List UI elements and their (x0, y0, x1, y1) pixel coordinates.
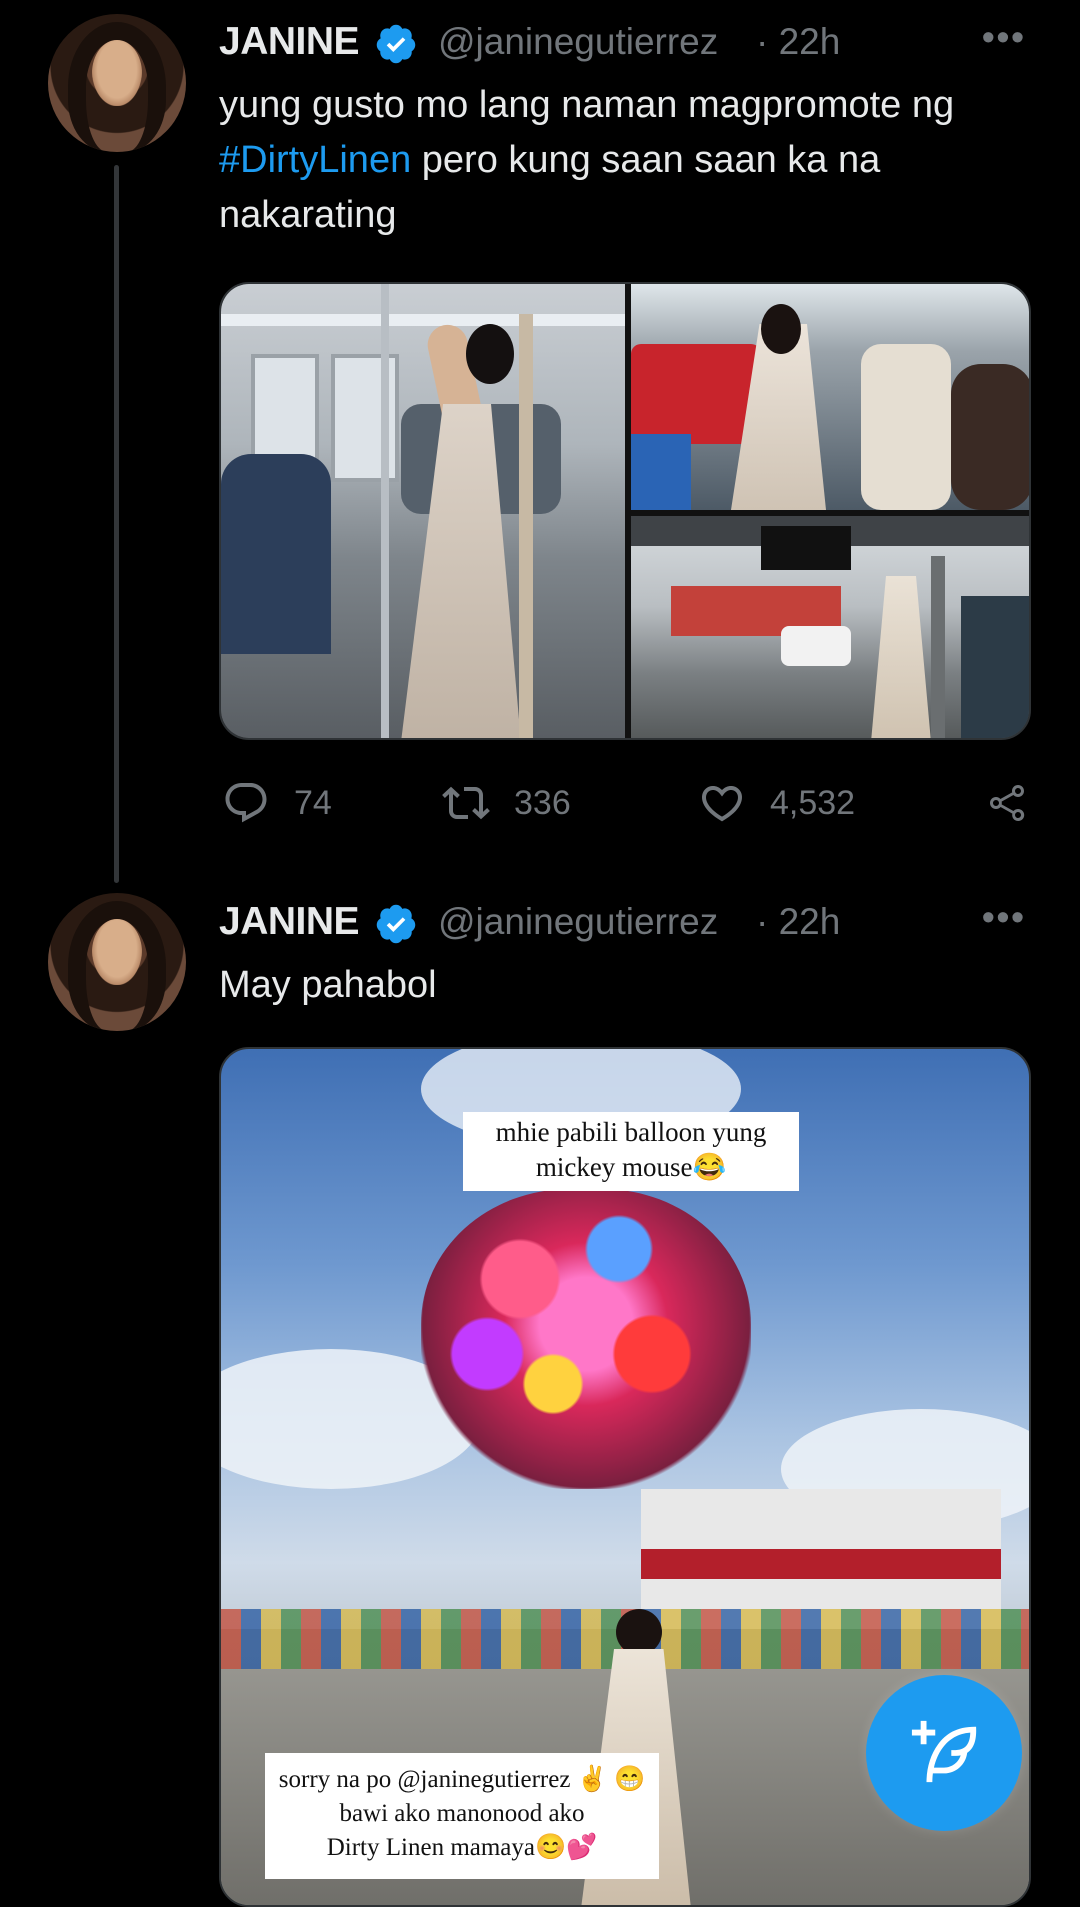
photo-caption-top: mhie pabili balloon yung mickey mouse😂 (463, 1112, 799, 1191)
user-handle[interactable]: @janinegutierrez (438, 901, 718, 943)
more-icon[interactable]: ••• (982, 16, 1026, 58)
like-icon (701, 786, 743, 822)
terminal-street-photo[interactable] (631, 516, 1029, 738)
verified-icon (376, 24, 416, 64)
retweet-count: 336 (514, 783, 571, 822)
retweet-button[interactable]: 336 (442, 779, 571, 827)
like-count: 4,532 (770, 783, 856, 822)
retweet-icon (442, 786, 490, 820)
avatar[interactable] (48, 893, 186, 1031)
reply-icon (225, 783, 267, 823)
compose-tweet-button[interactable] (866, 1675, 1022, 1831)
tweet-media-grid[interactable] (219, 282, 1031, 740)
avatar[interactable] (48, 14, 186, 152)
display-name[interactable]: JANINE (219, 20, 360, 64)
timestamp[interactable]: · 22h (756, 21, 840, 63)
reply-count: 74 (294, 783, 332, 822)
hashtag-link[interactable]: #DirtyLinen (219, 139, 411, 181)
tweet-text: May pahabol (219, 964, 437, 1006)
verified-icon (376, 904, 416, 944)
like-button[interactable]: 4,532 (698, 779, 855, 827)
thread-connector-line (114, 165, 119, 883)
share-icon (990, 785, 1025, 821)
user-handle[interactable]: @janinegutierrez (438, 21, 718, 63)
reply-button[interactable]: 74 (222, 779, 332, 827)
display-name[interactable]: JANINE (219, 900, 360, 944)
compose-tweet-icon (911, 1720, 977, 1783)
share-button[interactable] (982, 779, 1054, 827)
bus-interior-photo[interactable] (631, 284, 1029, 510)
photo-caption-bottom: sorry na po @janinegutierrez ✌️ 😁 bawi a… (265, 1753, 659, 1879)
timestamp[interactable]: · 22h (756, 901, 840, 943)
tweet-text: yung gusto mo lang naman magpromote ng #… (219, 84, 955, 236)
train-interior-photo[interactable] (221, 284, 625, 738)
more-icon[interactable]: ••• (982, 896, 1026, 938)
